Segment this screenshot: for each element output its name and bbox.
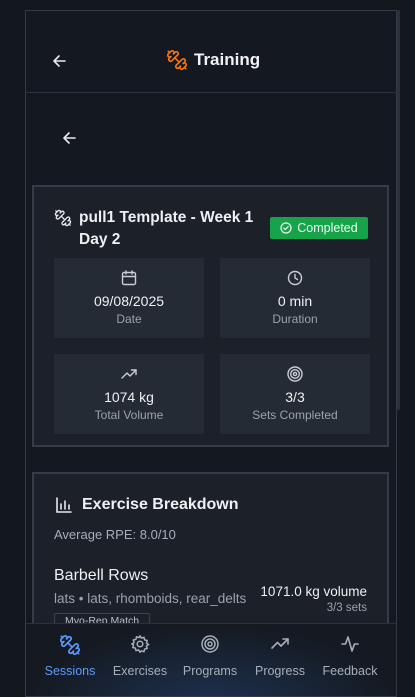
section-title: Exercise Breakdown [82, 496, 239, 513]
nav-progress[interactable]: Progress [245, 634, 315, 678]
page-title: Training [194, 50, 261, 69]
stat-label: Date [116, 312, 142, 326]
session-back-button[interactable] [60, 128, 80, 148]
stat-value: 1074 kg [104, 389, 154, 405]
stat-label: Total Volume [94, 408, 164, 422]
nav-sessions[interactable]: Sessions [35, 634, 105, 678]
nav-label: Sessions [44, 664, 96, 678]
calendar-icon [121, 270, 137, 286]
nav-label: Progress [254, 664, 306, 678]
arrow-left-icon [63, 132, 76, 144]
status-badge: Completed [270, 217, 368, 239]
gear-icon [131, 635, 150, 653]
stat-sets-completed: 3/3 Sets Completed [220, 354, 370, 434]
stat-label: Duration [272, 312, 318, 326]
clock-icon [287, 270, 303, 286]
stat-value: 0 min [277, 293, 313, 309]
dumbbell-icon [167, 50, 187, 71]
app-frame: Training pull1 Template - Week 1 Day 2 C… [25, 10, 397, 697]
top-bar: Training [26, 11, 396, 93]
stat-label: Sets Completed [252, 408, 338, 422]
bottom-navigation: Sessions Exercises Programs Progress Fee… [26, 623, 396, 696]
dumbbell-icon [60, 635, 80, 656]
back-button[interactable] [50, 51, 70, 71]
exercise-name: Barbell Rows [54, 567, 149, 584]
average-rpe: Average RPE: 8.0/10 [54, 527, 176, 542]
arrow-left-icon [53, 55, 66, 67]
app-brand: Training [166, 49, 260, 71]
section-header: Exercise Breakdown [54, 495, 239, 515]
check-circle-icon [280, 222, 292, 234]
session-summary-card: pull1 Template - Week 1 Day 2 Completed … [32, 185, 389, 447]
scrollbar[interactable] [397, 10, 400, 410]
nav-feedback[interactable]: Feedback [315, 634, 385, 678]
exercise-sets: 3/3 sets [326, 602, 367, 614]
exercise-volume: 1071.0 kg volume [260, 584, 367, 599]
stat-value: 3/3 [285, 389, 305, 405]
target-icon [287, 366, 303, 382]
nav-exercises[interactable]: Exercises [105, 634, 175, 678]
stat-value: 09/08/2025 [93, 293, 165, 309]
activity-icon [341, 636, 359, 652]
trending-up-icon [271, 638, 289, 649]
stat-total-volume: 1074 kg Total Volume [54, 354, 204, 434]
stat-date: 09/08/2025 Date [54, 258, 204, 338]
dumbbell-icon [54, 209, 72, 227]
exercise-muscles: lats • lats, rhomboids, rear_delts [54, 591, 247, 606]
nav-label: Programs [182, 664, 238, 678]
session-title: pull1 Template - Week 1 Day 2 [79, 209, 254, 248]
nav-label: Feedback [322, 664, 378, 678]
status-badge-label: Completed [297, 221, 358, 235]
stat-duration: 0 min Duration [220, 258, 370, 338]
bar-chart-icon [56, 497, 72, 513]
nav-programs[interactable]: Programs [175, 634, 245, 678]
nav-label: Exercises [112, 664, 168, 678]
target-icon [201, 635, 219, 653]
trending-up-icon [121, 369, 137, 379]
